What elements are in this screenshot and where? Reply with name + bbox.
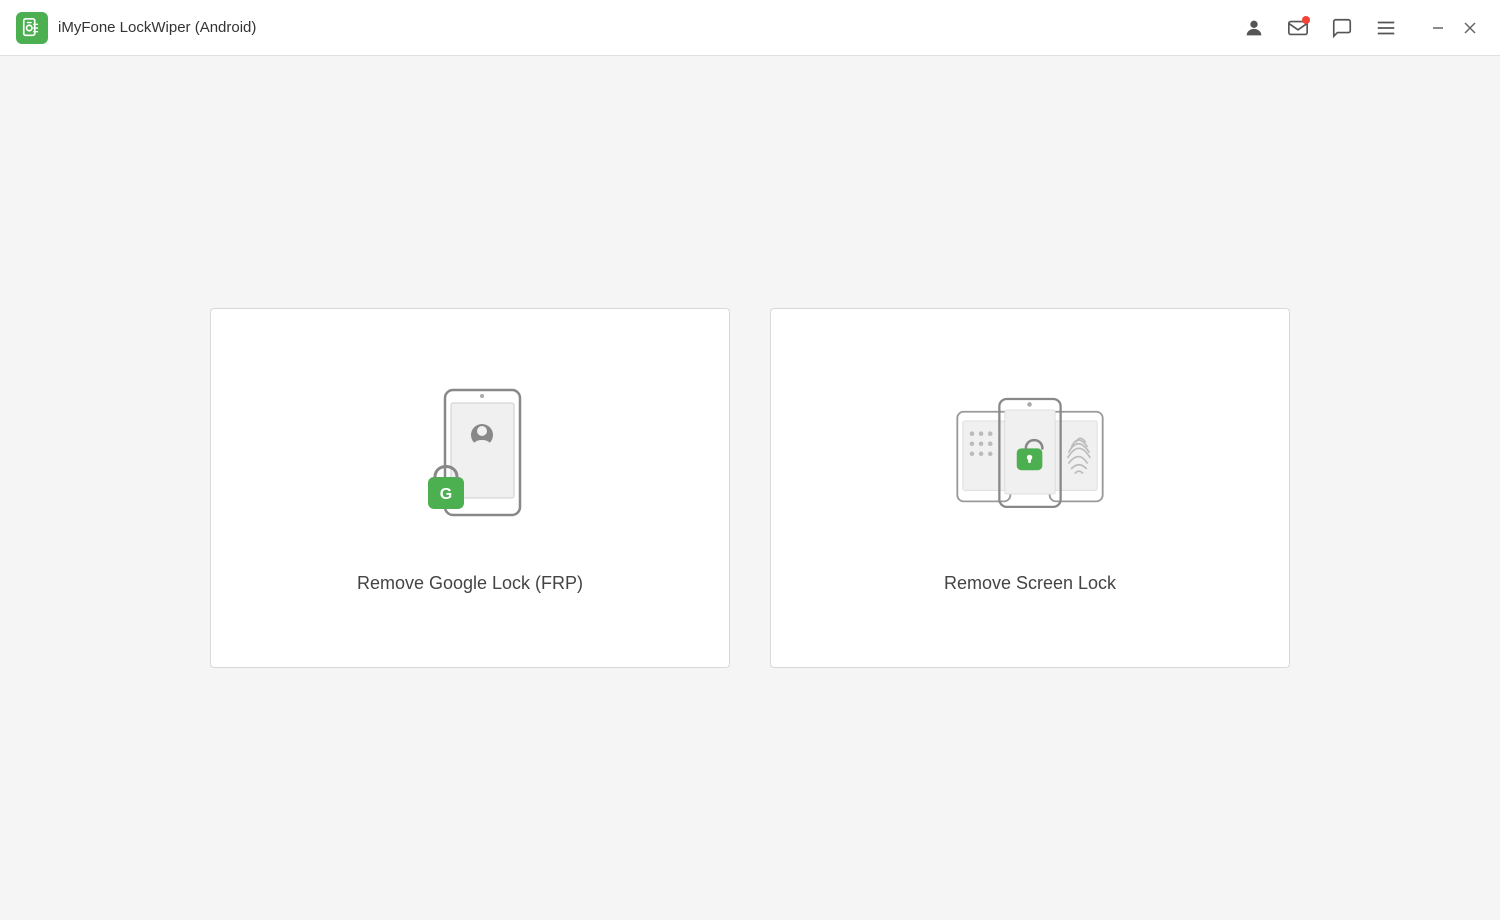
menu-button[interactable] <box>1372 14 1400 42</box>
profile-button[interactable] <box>1240 14 1268 42</box>
mail-badge <box>1302 16 1310 24</box>
mail-button[interactable] <box>1284 14 1312 42</box>
frp-card[interactable]: G Remove Google Lock (FRP) <box>210 308 730 668</box>
frp-card-label: Remove Google Lock (FRP) <box>357 573 583 594</box>
main-content: G Remove Google Lock (FRP) <box>0 56 1500 920</box>
title-right <box>1240 14 1484 42</box>
title-left: iMyFone LockWiper (Android) <box>16 12 256 44</box>
screenlock-card-label: Remove Screen Lock <box>944 573 1116 594</box>
title-bar: iMyFone LockWiper (Android) <box>0 0 1500 56</box>
app-title: iMyFone LockWiper (Android) <box>58 19 256 36</box>
window-controls <box>1424 14 1484 42</box>
minimize-button[interactable] <box>1424 14 1452 42</box>
screenlock-icon-area <box>950 383 1110 543</box>
screenlock-card[interactable]: Remove Screen Lock <box>770 308 1290 668</box>
screenlock-illustration <box>950 385 1110 540</box>
close-button[interactable] <box>1456 14 1484 42</box>
frp-icon-area: G <box>390 383 550 543</box>
app-logo <box>16 12 48 44</box>
frp-illustration: G <box>400 385 540 540</box>
svg-text:G: G <box>440 486 452 503</box>
chat-button[interactable] <box>1328 14 1356 42</box>
